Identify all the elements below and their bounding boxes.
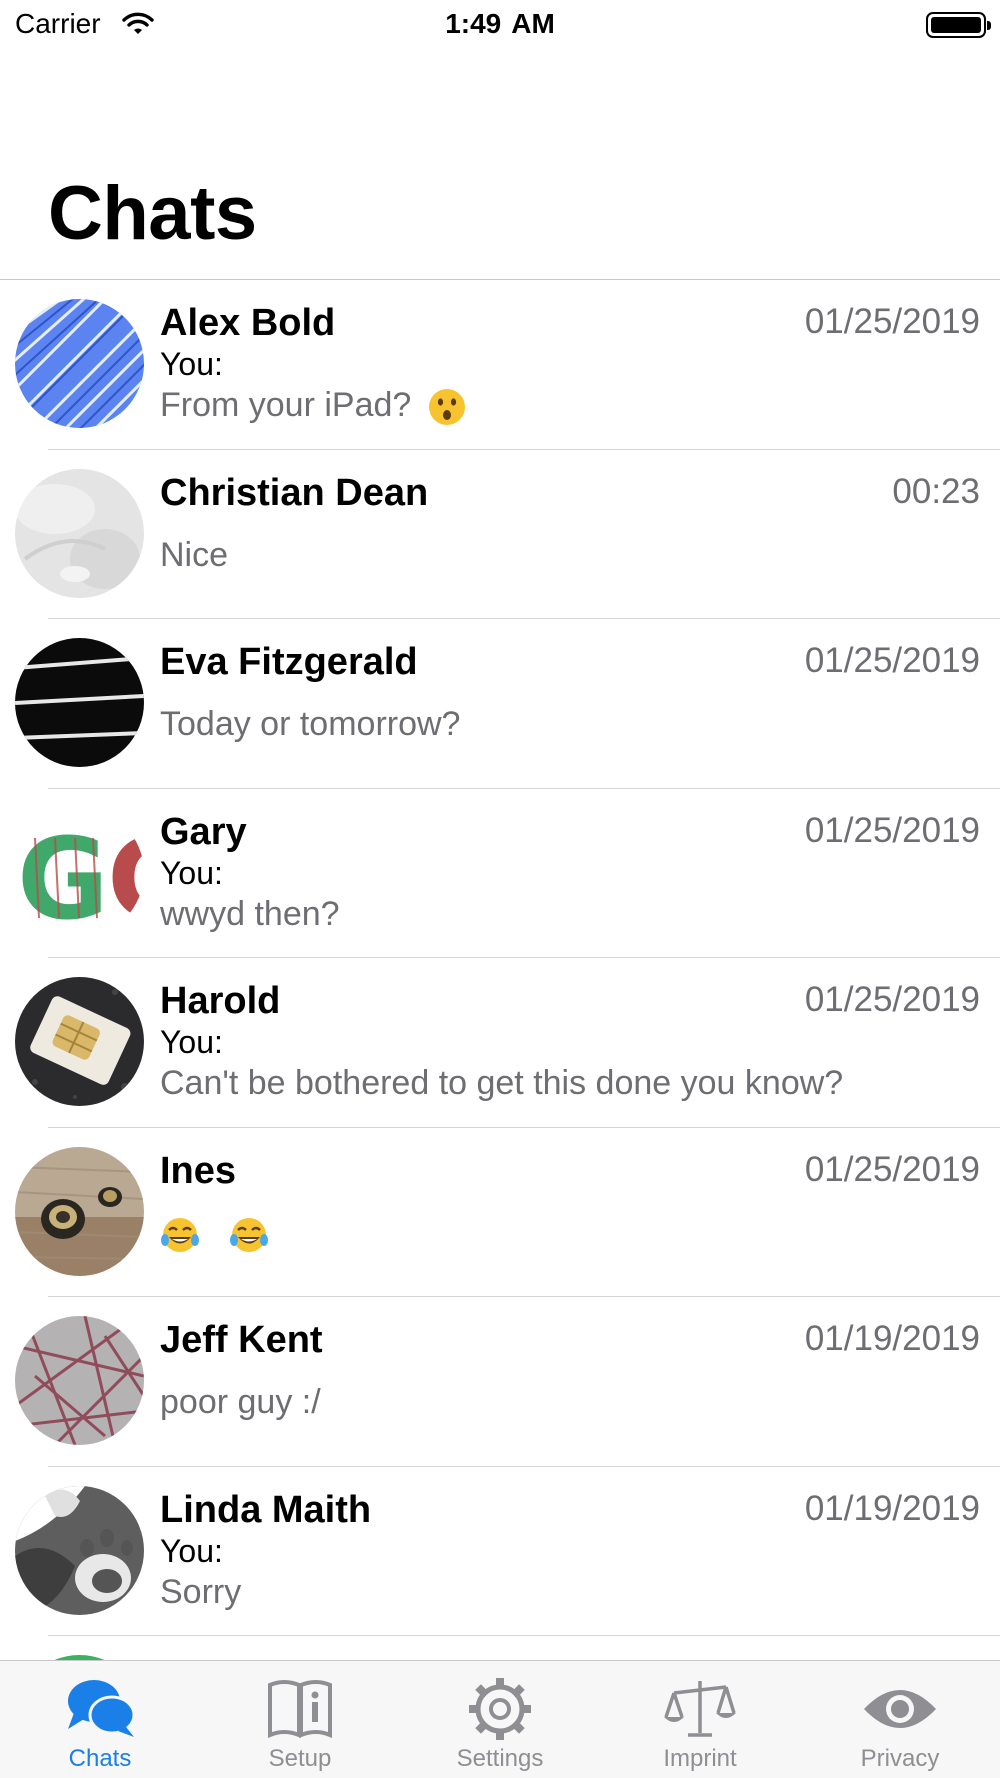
avatar bbox=[15, 977, 144, 1106]
tab-settings[interactable]: Settings bbox=[400, 1661, 600, 1778]
contact-name: Alex Bold bbox=[160, 302, 336, 344]
gear-icon bbox=[462, 1677, 538, 1741]
chat-date: 00:23 bbox=[892, 471, 980, 511]
sender-label: You: bbox=[160, 1024, 223, 1060]
chat-date: 01/25/2019 bbox=[804, 1149, 980, 1189]
tab-label: Privacy bbox=[860, 1745, 940, 1772]
chat-date: 01/25/2019 bbox=[804, 980, 980, 1019]
tears-of-joy-icon bbox=[229, 1215, 269, 1255]
tab-privacy[interactable]: Privacy bbox=[800, 1661, 1000, 1778]
sender-label: You: bbox=[160, 1532, 223, 1569]
chat-row-ines[interactable]: Ines 01/25/2019 bbox=[0, 1128, 1000, 1298]
chat-row-harold[interactable]: Harold 01/25/2019 You: Can't be bothered… bbox=[0, 958, 1000, 1128]
sender-label: You: bbox=[160, 346, 223, 382]
avatar bbox=[15, 638, 144, 767]
astonished-face-icon bbox=[427, 387, 467, 427]
book-info-icon bbox=[262, 1677, 338, 1741]
contact-name: Christian Dean bbox=[160, 471, 429, 514]
avatar bbox=[15, 1146, 144, 1276]
tears-of-joy-icon bbox=[160, 1215, 200, 1255]
chat-list[interactable]: Alex Bold 01/25/2019 You: From your iPad… bbox=[0, 280, 1000, 1660]
avatar bbox=[15, 1485, 144, 1615]
chat-date: 01/19/2019 bbox=[804, 1319, 980, 1358]
sender-label: You: bbox=[160, 854, 223, 891]
contact-name: Eva Fitzgerald bbox=[160, 641, 418, 683]
status-time: 1:49 AM bbox=[445, 8, 555, 39]
message-preview: Today or tomorrow? bbox=[160, 705, 461, 743]
battery-icon bbox=[926, 12, 991, 38]
svg-text:G: G bbox=[107, 815, 144, 937]
contact-name: Jeff Kent bbox=[160, 1319, 323, 1361]
tab-label: Setup bbox=[268, 1745, 332, 1772]
avatar bbox=[15, 468, 144, 598]
avatar bbox=[15, 1316, 144, 1445]
chat-row-alex-bold[interactable]: Alex Bold 01/25/2019 You: From your iPad… bbox=[0, 280, 1000, 450]
message-preview bbox=[160, 1214, 269, 1255]
scales-icon bbox=[662, 1677, 738, 1741]
chat-bubbles-icon bbox=[62, 1677, 138, 1741]
message-preview: Sorry bbox=[160, 1572, 242, 1611]
avatar bbox=[15, 299, 144, 428]
tab-label: Chats bbox=[68, 1745, 132, 1772]
avatar: G G bbox=[15, 807, 144, 937]
tab-label: Settings bbox=[456, 1745, 544, 1772]
chat-date: 01/25/2019 bbox=[804, 810, 980, 850]
chat-row-jeff-kent[interactable]: Jeff Kent 01/19/2019 poor guy :/ bbox=[0, 1297, 1000, 1467]
contact-name: Ines bbox=[160, 1149, 237, 1192]
tab-imprint[interactable]: Imprint bbox=[600, 1661, 800, 1778]
message-preview: poor guy :/ bbox=[160, 1383, 321, 1421]
message-preview: Nice bbox=[160, 535, 229, 574]
message-preview: Can't be bothered to get this done you k… bbox=[160, 1064, 844, 1102]
contact-name: Gary bbox=[160, 810, 247, 853]
chat-row-partial[interactable] bbox=[0, 1636, 1000, 1660]
chat-row-gary[interactable]: G G Gary 01/25/2019 You: wwyd then? bbox=[0, 789, 1000, 959]
contact-name: Harold bbox=[160, 980, 281, 1022]
chat-row-eva-fitzgerald[interactable]: Eva Fitzgerald 01/25/2019 Today or tomor… bbox=[0, 619, 1000, 789]
chat-row-christian-dean[interactable]: Christian Dean 00:23 Nice bbox=[0, 450, 1000, 620]
tab-setup[interactable]: Setup bbox=[200, 1661, 400, 1778]
tab-label: Imprint bbox=[663, 1745, 737, 1772]
status-bar: Carrier 1:49 AM bbox=[0, 0, 1000, 50]
contact-name: Linda Maith bbox=[160, 1488, 372, 1531]
tab-bar: Chats Setup Settings Imprint Privacy bbox=[0, 1660, 1000, 1778]
message-preview: From your iPad? bbox=[160, 386, 467, 427]
chat-date: 01/19/2019 bbox=[804, 1488, 980, 1528]
chat-date: 01/25/2019 bbox=[804, 641, 980, 680]
eye-icon bbox=[862, 1677, 938, 1741]
chat-row-linda-maith[interactable]: Linda Maith 01/19/2019 You: Sorry bbox=[0, 1467, 1000, 1637]
page-title: Chats bbox=[48, 171, 257, 256]
chat-date: 01/25/2019 bbox=[804, 302, 980, 341]
tab-chats[interactable]: Chats bbox=[0, 1661, 200, 1778]
message-preview: wwyd then? bbox=[160, 894, 340, 933]
